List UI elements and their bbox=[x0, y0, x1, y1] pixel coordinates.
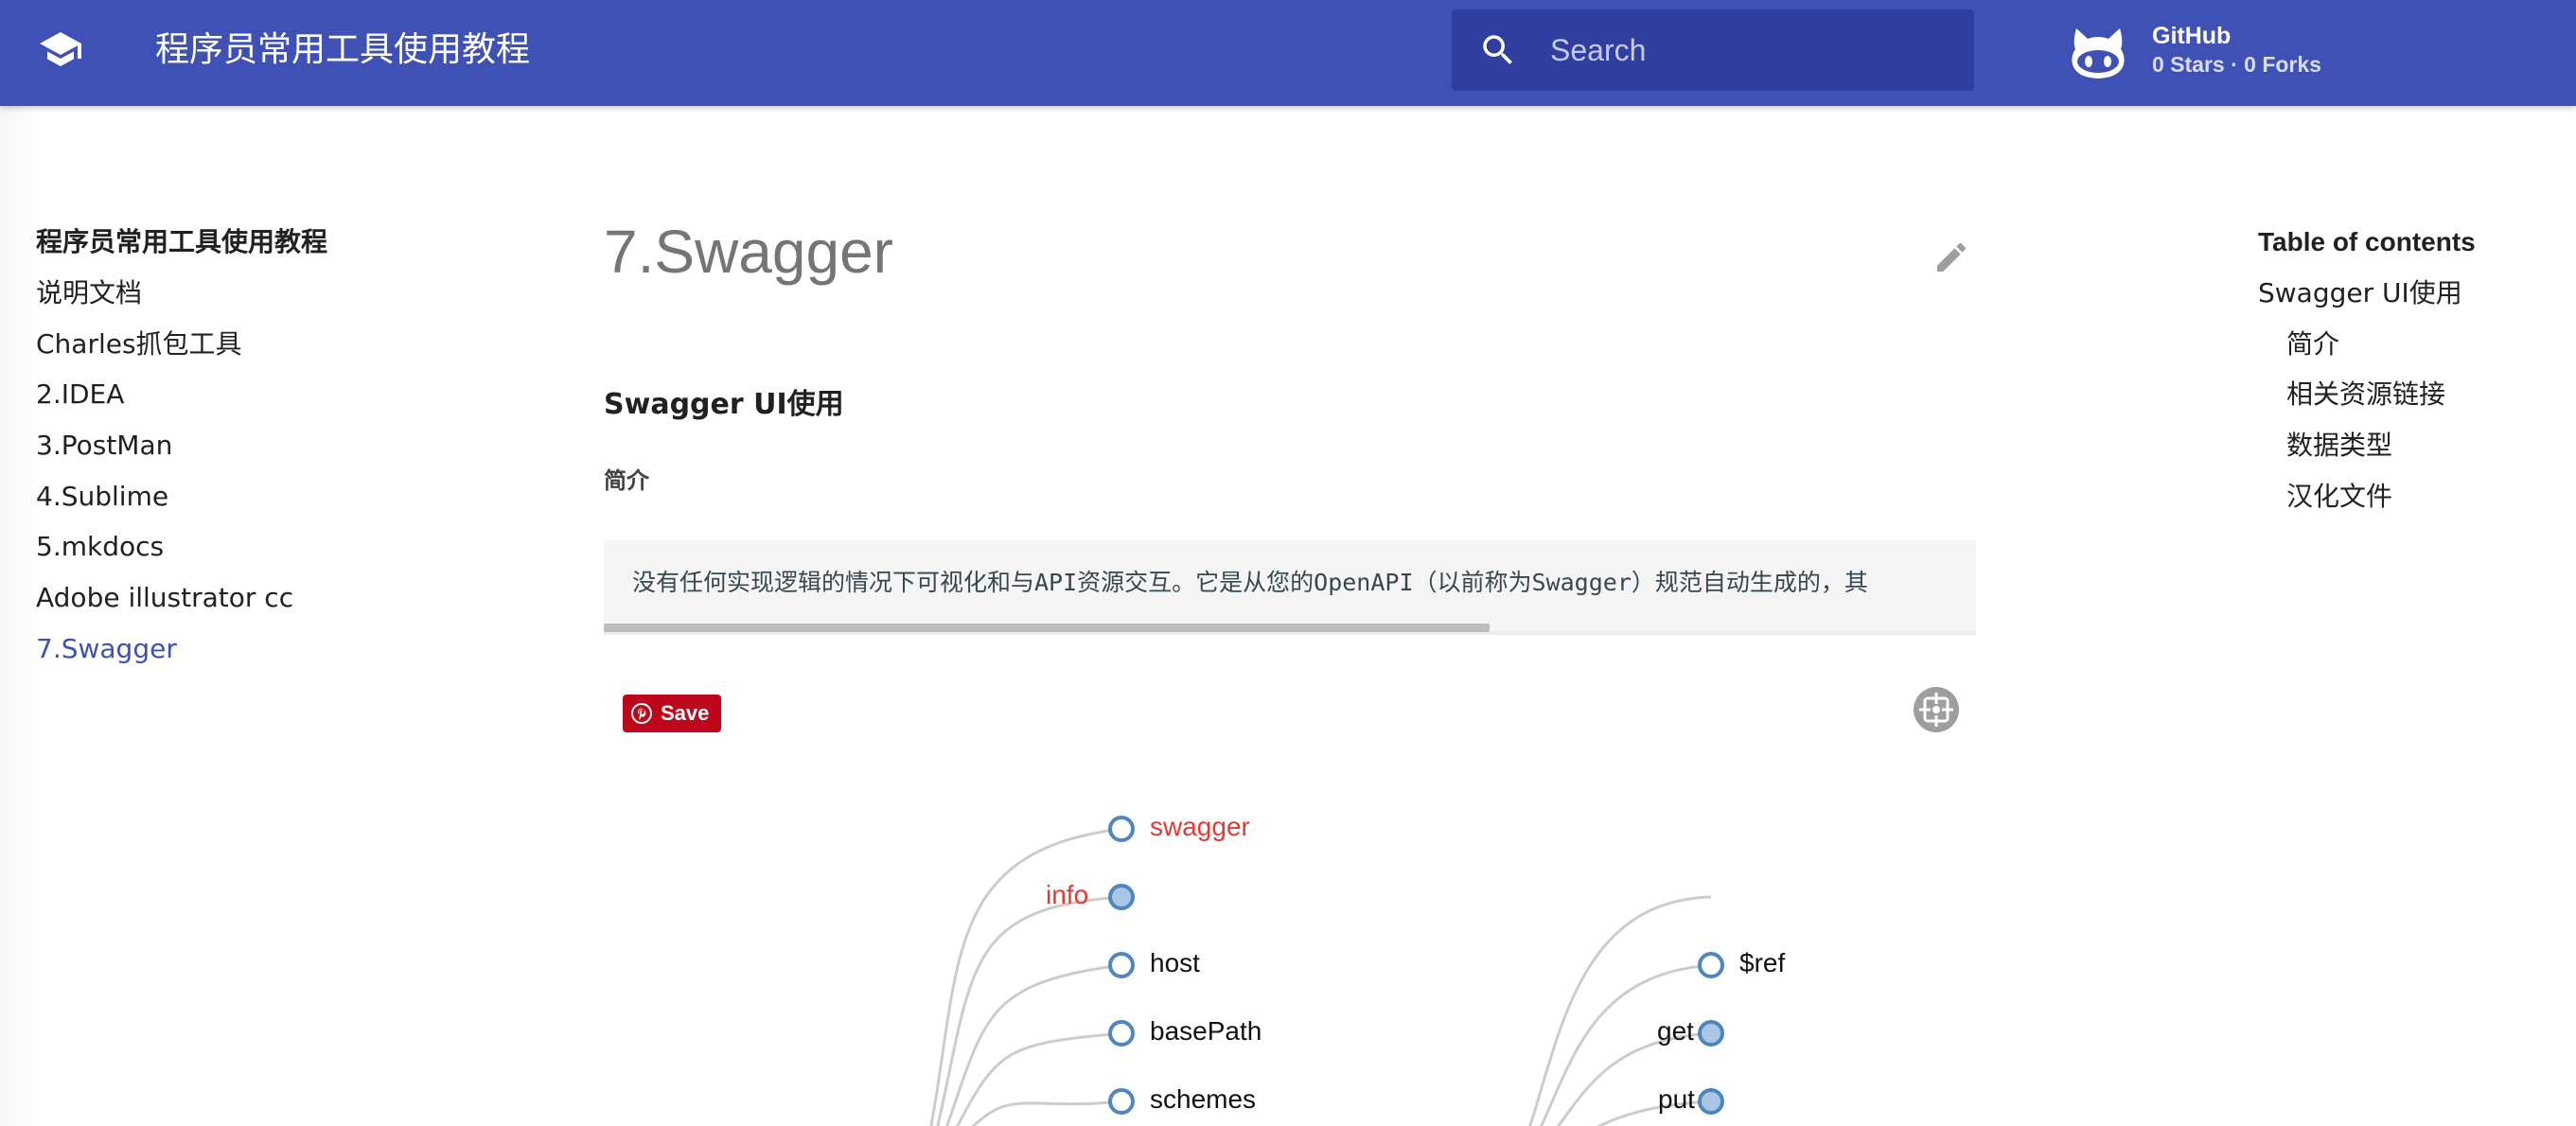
toc-title: Table of contents bbox=[2258, 227, 2476, 256]
table-of-contents: Table of contents Swagger UI使用 简介 相关资源链接… bbox=[2258, 223, 2561, 528]
mindmap-label-info[interactable]: info bbox=[1046, 880, 1088, 910]
node-basepath[interactable] bbox=[1108, 1020, 1135, 1047]
pinterest-save-button[interactable]: Save bbox=[623, 695, 721, 732]
sidebar-shadow bbox=[0, 106, 38, 1126]
nav-item-charles[interactable]: Charles抓包工具 bbox=[36, 325, 528, 363]
code-block[interactable]: 没有任何实现逻辑的情况下可视化和与API资源交互。它是从您的OpenAPI（以前… bbox=[604, 540, 1976, 635]
code-text: 没有任何实现逻辑的情况下可视化和与API资源交互。它是从您的OpenAPI（以前… bbox=[632, 569, 1868, 596]
toc-item-resources[interactable]: 相关资源链接 bbox=[2258, 376, 2561, 413]
repo-link[interactable]: GitHub 0 Stars · 0 Forks bbox=[2069, 23, 2409, 83]
nav-title: 程序员常用工具使用教程 bbox=[36, 226, 328, 257]
repo-facts: 0 Stars · 0 Forks bbox=[2152, 52, 2321, 77]
node-swagger[interactable] bbox=[1108, 816, 1135, 842]
mindmap-label-get[interactable]: get bbox=[1657, 1016, 1694, 1047]
fit-view-icon[interactable] bbox=[1912, 685, 1961, 734]
mindmap-label-schemes[interactable]: schemes bbox=[1150, 1084, 1256, 1115]
mindmap-label-host[interactable]: host bbox=[1150, 948, 1200, 978]
nav-item-illustrator[interactable]: Adobe illustrator cc bbox=[36, 579, 528, 617]
toc-item-intro[interactable]: 简介 bbox=[2258, 325, 2561, 363]
node-put[interactable] bbox=[1698, 1088, 1724, 1115]
site-title[interactable]: 程序员常用工具使用教程 bbox=[155, 28, 530, 72]
sub-heading: 简介 bbox=[604, 467, 649, 494]
node-info[interactable] bbox=[1108, 884, 1135, 910]
code-scrollbar-thumb[interactable] bbox=[604, 624, 1490, 632]
nav-item-sublime[interactable]: 4.Sublime bbox=[36, 478, 528, 516]
mindmap-label-basepath[interactable]: basePath bbox=[1150, 1016, 1262, 1047]
mindmap-diagram[interactable]: swagger info host basePath schemes $ref … bbox=[604, 662, 1976, 1126]
main-content: 7.Swagger Swagger UI使用 简介 没有任何实现逻辑的情况下可视… bbox=[604, 106, 1976, 1126]
nav-item-mkdocs[interactable]: 5.mkdocs bbox=[36, 528, 528, 566]
primary-nav: 程序员常用工具使用教程 说明文档 Charles抓包工具 2.IDEA 3.Po… bbox=[36, 223, 528, 681]
nav-item-idea[interactable]: 2.IDEA bbox=[36, 376, 528, 413]
school-icon[interactable] bbox=[38, 26, 83, 72]
search-box[interactable] bbox=[1452, 9, 1974, 91]
mindmap-label-ref[interactable]: $ref bbox=[1739, 948, 1785, 978]
search-icon bbox=[1483, 35, 1512, 64]
node-host[interactable] bbox=[1108, 952, 1135, 978]
save-label: Save bbox=[661, 701, 710, 725]
page-title: 7.Swagger bbox=[604, 218, 893, 286]
pinterest-icon bbox=[631, 703, 652, 724]
top-header: 程序员常用工具使用教程 GitHub 0 Stars · 0 Forks bbox=[0, 0, 2576, 106]
node-schemes[interactable] bbox=[1108, 1088, 1135, 1115]
github-octocat-icon bbox=[2072, 28, 2125, 79]
mindmap-links bbox=[929, 816, 1724, 1126]
mindmap-label-put[interactable]: put bbox=[1658, 1084, 1695, 1115]
node-get[interactable] bbox=[1698, 1020, 1724, 1047]
edit-pencil-icon[interactable] bbox=[1932, 238, 1970, 276]
toc-item-swagger-ui[interactable]: Swagger UI使用 bbox=[2258, 274, 2561, 312]
nav-item-readme[interactable]: 说明文档 bbox=[36, 274, 528, 312]
mindmap-label-swagger[interactable]: swagger bbox=[1150, 812, 1250, 842]
nav-item-swagger[interactable]: 7.Swagger bbox=[36, 630, 528, 668]
section-heading: Swagger UI使用 bbox=[604, 388, 844, 421]
toc-item-data-types[interactable]: 数据类型 bbox=[2258, 427, 2561, 465]
nav-item-postman[interactable]: 3.PostMan bbox=[36, 427, 528, 465]
repo-name: GitHub bbox=[2152, 23, 2232, 49]
toc-item-localization[interactable]: 汉化文件 bbox=[2258, 478, 2561, 516]
search-input[interactable] bbox=[1550, 28, 1948, 72]
node-ref[interactable] bbox=[1698, 952, 1724, 978]
